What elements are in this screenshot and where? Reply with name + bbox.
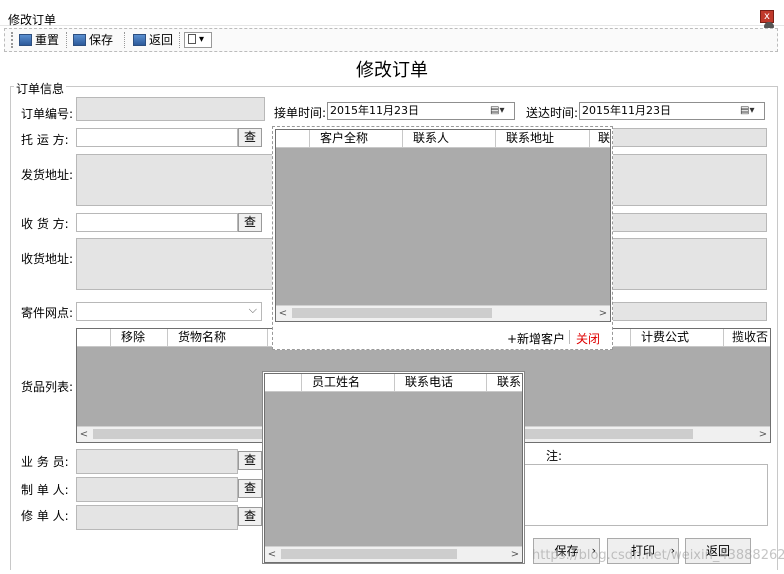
- receive-time-picker[interactable]: 2015年11月23日 ▤▾: [327, 102, 515, 120]
- reset-icon: [19, 34, 32, 46]
- deliver-time-label: 送达时间:: [526, 106, 579, 120]
- toolbar-separator: [124, 32, 125, 48]
- section-label: 订单信息: [14, 80, 67, 97]
- receive-time-value: 2015年11月23日: [330, 104, 419, 117]
- receive-time-label: 接单时间:: [274, 106, 327, 120]
- back-icon: [133, 34, 146, 46]
- consignee-input[interactable]: [76, 213, 238, 232]
- customer-col-contact[interactable]: 联系人: [402, 130, 495, 147]
- order-no-field[interactable]: [76, 97, 265, 121]
- calendar-icon[interactable]: ▤▾: [740, 104, 762, 118]
- shipper-query-button[interactable]: 查: [238, 128, 262, 147]
- toolbar-save-button[interactable]: 保存: [73, 32, 113, 48]
- ship-address-label: 发货地址:: [21, 168, 74, 182]
- goods-col-remove[interactable]: 移除: [110, 329, 167, 346]
- scroll-left-icon[interactable]: <: [77, 427, 91, 442]
- creator-field[interactable]: [76, 477, 238, 502]
- close-popup-link[interactable]: 关闭: [576, 330, 600, 347]
- toolbar: [4, 28, 778, 52]
- customer-col-address[interactable]: 联系地址: [495, 130, 589, 147]
- reset-button-label: 重置: [35, 33, 60, 47]
- outlet-select[interactable]: ⌵: [76, 302, 262, 321]
- customer-col-partial[interactable]: 联: [589, 130, 610, 147]
- goods-col-formula[interactable]: 计费公式: [630, 329, 723, 346]
- close-icon: x: [764, 11, 770, 22]
- consignee-extra-field[interactable]: [610, 213, 767, 232]
- scroll-left-icon[interactable]: <: [276, 306, 290, 321]
- scroll-right-icon[interactable]: >: [596, 306, 610, 321]
- receive-address-label: 收货地址:: [21, 252, 74, 266]
- shipper-extra-field[interactable]: [610, 128, 767, 147]
- salesman-field[interactable]: [76, 449, 238, 474]
- toolbar-dropdown-button[interactable]: ▾: [184, 32, 212, 48]
- modifier-field[interactable]: [76, 505, 238, 530]
- order-no-label: 订单编号:: [21, 107, 74, 121]
- reset-button[interactable]: 重置: [19, 32, 59, 48]
- outlet-label: 寄件网点:: [21, 306, 74, 320]
- scrollbar-thumb[interactable]: [292, 308, 492, 318]
- chevron-down-icon: ▾: [199, 34, 205, 45]
- consignee-query-button[interactable]: 查: [238, 213, 262, 232]
- watermark: https://blog.csdn.net/weixin_43888262: [532, 548, 784, 563]
- creator-label: 制 单 人:: [21, 483, 69, 497]
- toolbar-back-button[interactable]: 返回: [133, 32, 173, 48]
- toolbar-separator: [179, 32, 180, 48]
- add-customer-link[interactable]: +新增客户: [507, 330, 565, 347]
- shipper-label: 托 运 方:: [21, 133, 69, 147]
- scroll-left-icon[interactable]: <: [265, 547, 279, 562]
- employee-grid-hscrollbar[interactable]: < >: [265, 546, 522, 562]
- deliver-time-picker[interactable]: 2015年11月23日 ▤▾: [579, 102, 765, 120]
- employee-col-partial[interactable]: 联系: [486, 374, 522, 391]
- employee-grid-header: 员工姓名 联系电话 联系: [265, 374, 522, 392]
- scrollbar-thumb[interactable]: [281, 549, 457, 559]
- customer-grid-header: 客户全称 联系人 联系地址 联: [276, 130, 610, 148]
- modifier-label: 修 单 人:: [21, 509, 69, 523]
- remark-textarea[interactable]: [523, 464, 768, 526]
- deliver-time-value: 2015年11月23日: [582, 104, 671, 117]
- modifier-query-button[interactable]: 查: [238, 507, 262, 526]
- salesman-query-button[interactable]: 查: [238, 451, 262, 470]
- popup-divider: [569, 330, 570, 344]
- shipper-input[interactable]: [76, 128, 238, 147]
- employee-col-name[interactable]: 员工姓名: [301, 374, 394, 391]
- consignee-label: 收 货 方:: [21, 217, 69, 231]
- toolbar-separator: [66, 32, 67, 48]
- employee-col-phone[interactable]: 联系电话: [394, 374, 486, 391]
- calendar-icon[interactable]: ▤▾: [490, 104, 512, 118]
- scroll-right-icon[interactable]: >: [508, 547, 522, 562]
- goods-list-label: 货品列表:: [21, 380, 74, 394]
- goods-col-name[interactable]: 货物名称: [167, 329, 267, 346]
- employee-grid[interactable]: 员工姓名 联系电话 联系 < >: [264, 373, 523, 563]
- page-title: 修改订单: [356, 60, 428, 81]
- salesman-label: 业 务 员:: [21, 455, 69, 469]
- toolbar-grip: [11, 32, 13, 48]
- remark-label: 注:: [546, 449, 563, 463]
- goods-col-collected[interactable]: 揽收否: [723, 329, 770, 346]
- save-icon: [73, 34, 86, 46]
- customer-grid-hscrollbar[interactable]: < >: [276, 305, 610, 321]
- window-title: 修改订单: [8, 13, 57, 27]
- customer-grid[interactable]: 客户全称 联系人 联系地址 联 < >: [275, 129, 611, 322]
- doc-icon: [188, 34, 196, 44]
- outlet-extra-field[interactable]: [610, 302, 767, 321]
- toolbar-save-label: 保存: [89, 33, 114, 47]
- chevron-down-icon: ⌵: [248, 303, 257, 316]
- scroll-right-icon[interactable]: >: [756, 427, 770, 442]
- window-title-bar: 修改订单 x: [0, 0, 784, 31]
- customer-col-fullname[interactable]: 客户全称: [309, 130, 402, 147]
- creator-query-button[interactable]: 查: [238, 479, 262, 498]
- toolbar-back-label: 返回: [149, 33, 174, 47]
